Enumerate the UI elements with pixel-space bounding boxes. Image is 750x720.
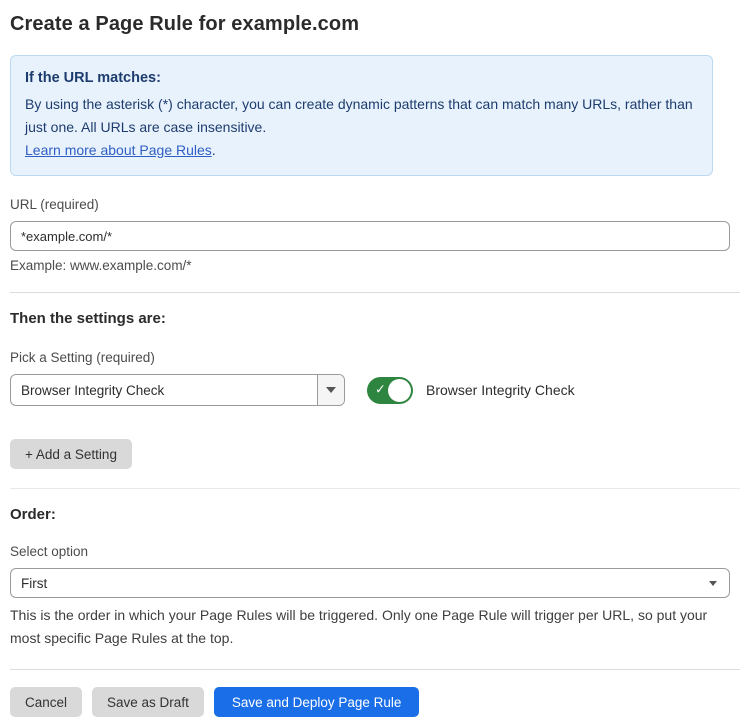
setting-row: Browser Integrity Check ✓ Browser Integr… — [10, 374, 740, 406]
divider-order-actions — [10, 669, 740, 670]
info-box-body: By using the asterisk (*) character, you… — [25, 93, 696, 139]
setting-select-arrow-button[interactable] — [317, 375, 344, 405]
cancel-button[interactable]: Cancel — [10, 687, 82, 717]
pick-setting-label: Pick a Setting (required) — [10, 350, 740, 365]
chevron-down-icon — [326, 387, 336, 393]
order-select-label: Select option — [10, 544, 740, 559]
url-match-info-box: If the URL matches: By using the asteris… — [10, 55, 713, 176]
link-suffix: . — [212, 142, 216, 158]
setting-select-value: Browser Integrity Check — [11, 375, 317, 405]
url-example-helper: Example: www.example.com/* — [10, 258, 740, 273]
divider-settings-order — [10, 488, 740, 489]
add-setting-button[interactable]: + Add a Setting — [10, 439, 132, 469]
chevron-down-icon — [709, 581, 717, 586]
url-field-label: URL (required) — [10, 197, 740, 212]
order-description: This is the order in which your Page Rul… — [10, 604, 740, 650]
toggle-wrap: ✓ Browser Integrity Check — [367, 377, 575, 404]
action-row: Cancel Save as Draft Save and Deploy Pag… — [10, 687, 740, 717]
settings-section-heading: Then the settings are: — [10, 310, 740, 327]
info-box-link-line: Learn more about Page Rules. — [25, 139, 696, 162]
page-title: Create a Page Rule for example.com — [10, 13, 740, 36]
setting-select[interactable]: Browser Integrity Check — [10, 374, 345, 406]
order-select-value: First — [21, 576, 47, 591]
order-section-heading: Order: — [10, 506, 740, 523]
info-box-heading: If the URL matches: — [25, 67, 696, 90]
order-select[interactable]: First — [10, 568, 730, 598]
check-icon: ✓ — [375, 382, 386, 398]
url-input[interactable] — [10, 221, 730, 251]
toggle-knob — [388, 379, 411, 402]
divider-url-settings — [10, 292, 740, 293]
learn-more-link[interactable]: Learn more about Page Rules — [25, 142, 212, 158]
save-and-deploy-button[interactable]: Save and Deploy Page Rule — [214, 687, 420, 717]
browser-integrity-toggle[interactable]: ✓ — [367, 377, 413, 404]
save-as-draft-button[interactable]: Save as Draft — [92, 687, 204, 717]
page-rule-form: Create a Page Rule for example.com If th… — [0, 0, 750, 717]
toggle-label: Browser Integrity Check — [426, 382, 575, 398]
